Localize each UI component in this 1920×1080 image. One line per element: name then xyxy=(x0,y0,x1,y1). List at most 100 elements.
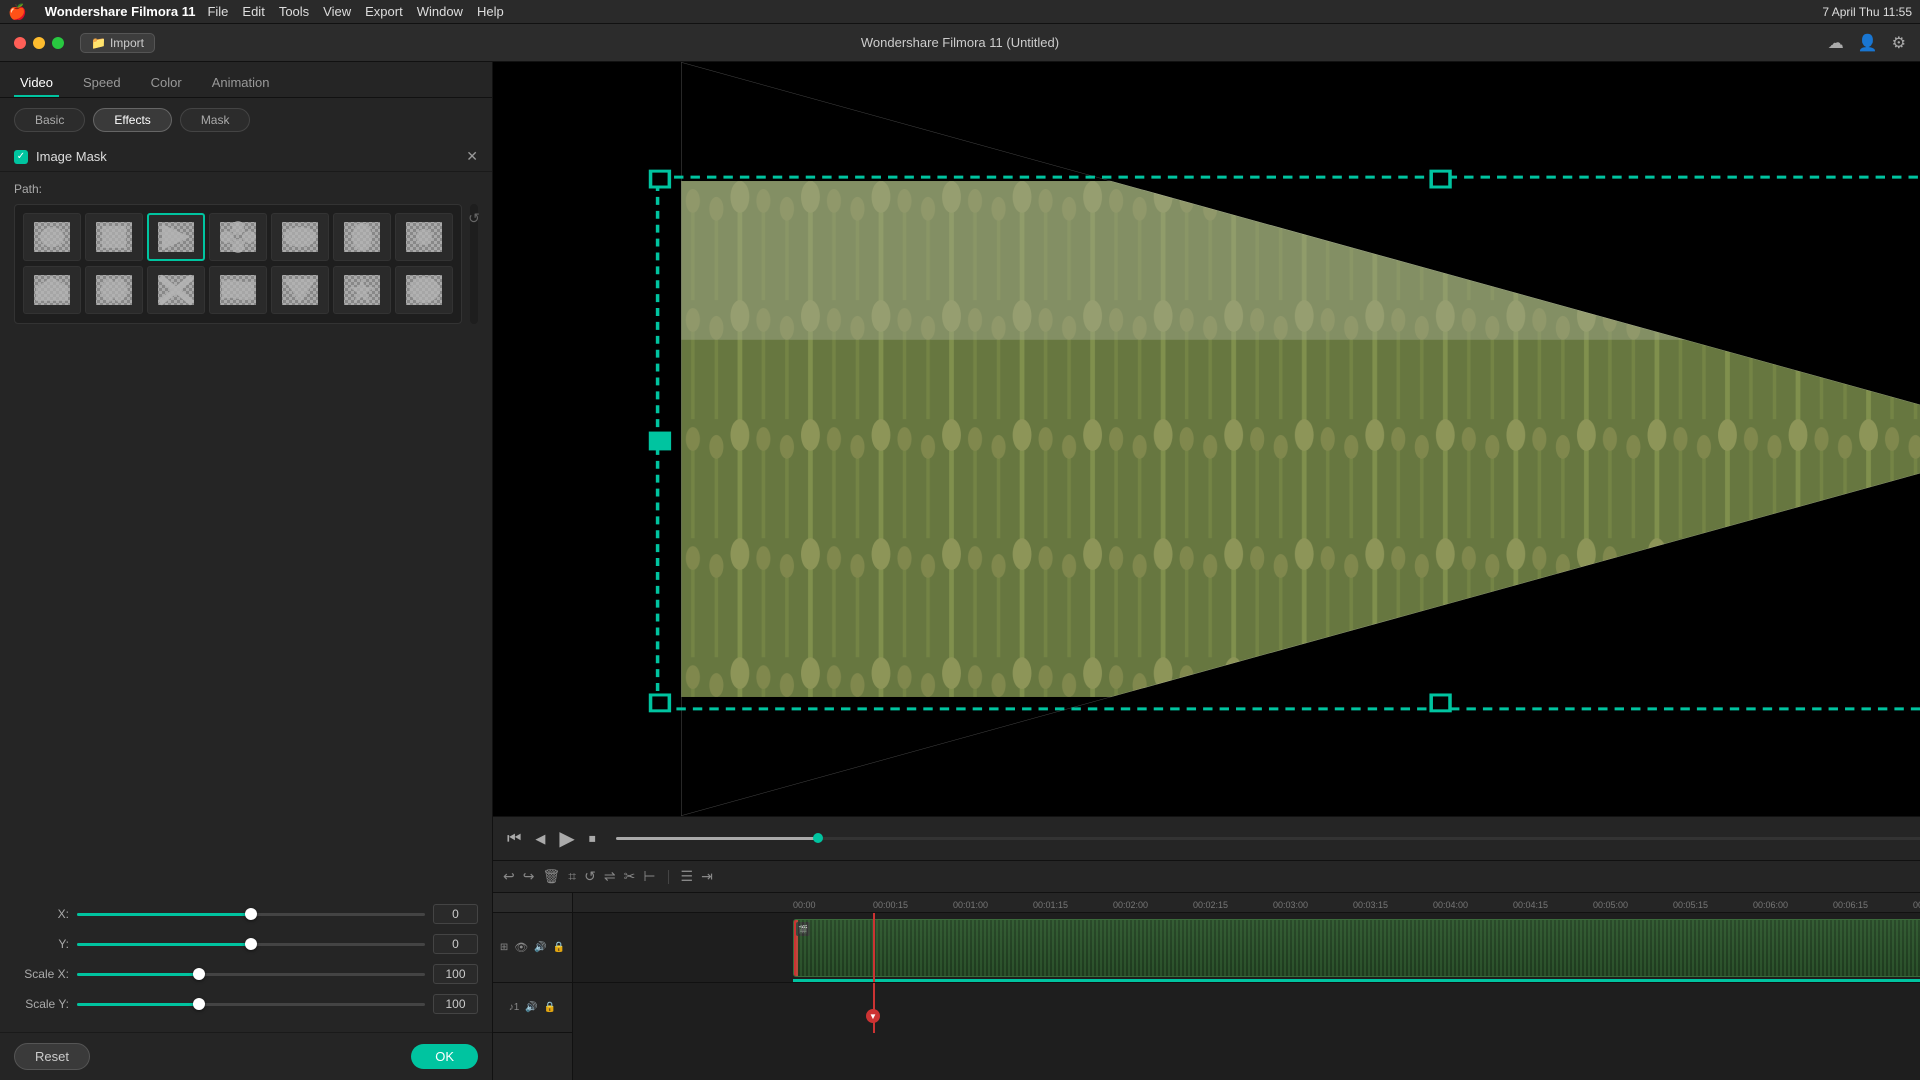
timeline-tracks: 🎬 xyxy=(573,913,1920,1080)
track-label-1: ⊞ 👁 🔊 🔒 xyxy=(493,913,572,983)
slider-row-x: X: xyxy=(14,904,478,924)
image-mask-checkbox[interactable]: ✓ xyxy=(14,150,28,164)
slider-track-scaley[interactable] xyxy=(77,1003,425,1006)
import-icon: 📁 xyxy=(91,36,106,50)
settings-icon[interactable]: ⚙ xyxy=(1892,33,1906,53)
video-clip[interactable]: 🎬 xyxy=(793,919,1920,977)
path-item-5[interactable] xyxy=(271,213,329,261)
playhead-bottom-circle: ▼ xyxy=(866,1009,880,1023)
play-button[interactable]: ▶ xyxy=(559,826,574,851)
minimize-button[interactable] xyxy=(33,37,45,49)
step-back-button[interactable]: ◀ xyxy=(535,831,545,847)
path-item-7[interactable] xyxy=(395,213,453,261)
slider-track-x[interactable] xyxy=(77,913,425,916)
menu-tools[interactable]: Tools xyxy=(279,4,309,19)
ruler-mark-14: 00:07:00 xyxy=(1913,900,1920,910)
timeline-area: ↩ ↪ 🗑 ⌗ ↺ ⇌ ✂ ⊢ ☰ ⇥ ➕ 🔍 🔎 xyxy=(493,860,1920,1080)
undo-icon[interactable]: ↩ xyxy=(503,868,515,885)
ruler-mark-6: 00:03:00 xyxy=(1273,900,1353,910)
track-label-audio: ♪1 🔊 🔒 xyxy=(493,983,572,1033)
ruler-mark-8: 00:04:00 xyxy=(1433,900,1513,910)
ok-button[interactable]: OK xyxy=(411,1044,478,1069)
transition-icon[interactable]: ⇥ xyxy=(701,868,713,885)
redo-icon[interactable]: ↪ xyxy=(523,868,535,885)
timeline-left: ⊞ 👁 🔊 🔒 ♪1 🔊 🔒 xyxy=(493,893,573,1080)
path-item-4[interactable] xyxy=(209,213,267,261)
track-audio-vol[interactable]: 🔊 xyxy=(525,1002,537,1013)
reset-button[interactable]: Reset xyxy=(14,1043,90,1070)
menu-export[interactable]: Export xyxy=(365,4,403,19)
track1-lock[interactable]: 🔒 xyxy=(553,942,565,953)
subtab-basic[interactable]: Basic xyxy=(14,108,85,132)
ruler-mark-2: 00:01:00 xyxy=(953,900,1033,910)
menu-edit[interactable]: Edit xyxy=(242,4,264,19)
image-mask-close[interactable]: ✕ xyxy=(466,148,478,165)
stop-button[interactable]: ⏹ xyxy=(589,830,596,847)
track-audio-lock[interactable]: 🔒 xyxy=(544,1002,556,1013)
grid-reset-icon[interactable]: ↺ xyxy=(468,210,480,227)
account-icon[interactable]: 👤 xyxy=(1858,33,1878,53)
import-button[interactable]: 📁 Import xyxy=(80,33,155,53)
tab-speed[interactable]: Speed xyxy=(77,70,127,97)
ruler-mark-10: 00:05:00 xyxy=(1593,900,1673,910)
preview-progress-bar[interactable] xyxy=(616,837,1920,840)
subtab-effects[interactable]: Effects xyxy=(93,108,171,132)
image-mask-header: ✓ Image Mask ✕ xyxy=(0,142,492,172)
ruler-mark-1: 00:00:15 xyxy=(873,900,953,910)
menu-file[interactable]: File xyxy=(207,4,228,19)
rotate-icon[interactable]: ↺ xyxy=(584,868,596,885)
tab-video[interactable]: Video xyxy=(14,70,59,97)
apple-icon[interactable]: 🍎 xyxy=(8,3,27,21)
slider-value-x[interactable] xyxy=(433,904,478,924)
path-item-1[interactable] xyxy=(23,213,81,261)
cloud-icon[interactable]: ☁ xyxy=(1828,33,1844,53)
ruler-mark-13: 00:06:15 xyxy=(1833,900,1913,910)
skip-back-button[interactable]: ⏮ xyxy=(507,830,521,848)
slider-track-y[interactable] xyxy=(77,943,425,946)
path-item-10[interactable] xyxy=(147,266,205,314)
crop-icon[interactable]: ⌗ xyxy=(568,868,576,885)
close-button[interactable] xyxy=(14,37,26,49)
slider-label-y: Y: xyxy=(14,937,69,951)
tab-animation[interactable]: Animation xyxy=(206,70,276,97)
green-timeline-bar xyxy=(793,979,1920,982)
tab-color[interactable]: Color xyxy=(145,70,188,97)
playhead[interactable] xyxy=(873,913,875,982)
path-label: Path: xyxy=(14,182,478,196)
delete-icon[interactable]: 🗑 xyxy=(542,868,560,885)
slider-value-y[interactable] xyxy=(433,934,478,954)
slider-value-scalex[interactable] xyxy=(433,964,478,984)
ruler-mark-9: 00:04:15 xyxy=(1513,900,1593,910)
path-item-8[interactable] xyxy=(23,266,81,314)
path-item-12[interactable] xyxy=(271,266,329,314)
mirror-icon[interactable]: ⇌ xyxy=(604,868,616,885)
path-item-2[interactable] xyxy=(85,213,143,261)
menu-help[interactable]: Help xyxy=(477,4,504,19)
slider-track-scalex[interactable] xyxy=(77,973,425,976)
slider-label-x: X: xyxy=(14,907,69,921)
trim-icon[interactable]: ✂ xyxy=(624,868,636,885)
path-item-3[interactable] xyxy=(147,213,205,261)
timeline-body: ⊞ 👁 🔊 🔒 ♪1 🔊 🔒 xyxy=(493,893,1920,1080)
path-item-9[interactable] xyxy=(85,266,143,314)
slider-value-scaley[interactable] xyxy=(433,994,478,1014)
menu-view[interactable]: View xyxy=(323,4,351,19)
split-icon[interactable]: ⊢ xyxy=(643,868,655,885)
fullscreen-button[interactable] xyxy=(52,37,64,49)
titlebar: 📁 Import Wondershare Filmora 11 (Untitle… xyxy=(0,24,1920,62)
preview-playhead[interactable] xyxy=(813,833,823,843)
menu-window[interactable]: Window xyxy=(417,4,463,19)
menubar-right-icons: 7 April Thu 11:55 xyxy=(1822,5,1912,19)
preview-controls: ⏮ ◀ ▶ ⏹ 00:00:01:14 ◀ ▶ Full xyxy=(493,816,1920,860)
path-item-6[interactable] xyxy=(333,213,391,261)
path-item-11[interactable] xyxy=(209,266,267,314)
list-icon[interactable]: ☰ xyxy=(681,868,694,885)
path-item-14[interactable] xyxy=(395,266,453,314)
track1-eye[interactable]: 👁 xyxy=(514,941,528,954)
path-item-13[interactable] xyxy=(333,266,391,314)
timeline-right: 00:00 00:00:15 00:01:00 00:01:15 00:02:0… xyxy=(573,893,1920,1080)
subtab-mask[interactable]: Mask xyxy=(180,108,251,132)
timeline-toolbar: ↩ ↪ 🗑 ⌗ ↺ ⇌ ✂ ⊢ ☰ ⇥ ➕ 🔍 🔎 xyxy=(493,861,1920,893)
track1-audio[interactable]: 🔊 xyxy=(534,942,546,953)
preview-area: ⏮ ◀ ▶ ⏹ 00:00:01:14 ◀ ▶ Full xyxy=(493,62,1920,860)
